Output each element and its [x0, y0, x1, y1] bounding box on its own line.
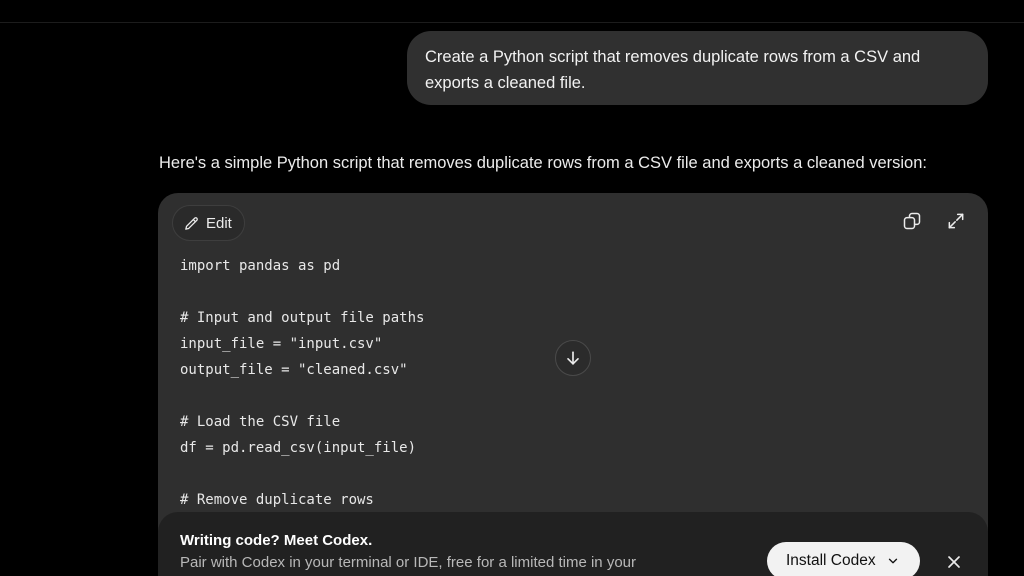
edit-button[interactable]: Edit [172, 205, 245, 241]
edit-button-label: Edit [206, 214, 232, 232]
install-codex-button[interactable]: Install Codex [767, 542, 920, 576]
code-content: import pandas as pd # Input and output f… [180, 253, 424, 513]
scroll-to-bottom-button[interactable] [555, 340, 591, 376]
user-message-line-2: exports a cleaned file. [425, 74, 586, 92]
assistant-intro-text: Here's a simple Python script that remov… [159, 154, 927, 172]
code-line: # Input and output file paths [180, 310, 425, 326]
close-icon [948, 556, 960, 568]
code-line: input_file = "input.csv" [180, 336, 383, 352]
banner-title: Writing code? Meet Codex. [180, 532, 373, 549]
code-line: output_file = "cleaned.csv" [180, 362, 408, 378]
copy-icon[interactable] [902, 211, 922, 231]
code-line: import pandas as pd [180, 258, 341, 274]
user-message-bubble: Create a Python script that removes dupl… [407, 31, 988, 105]
close-banner-button[interactable] [944, 552, 964, 572]
code-line: # Remove duplicate rows [180, 492, 374, 508]
expand-icon[interactable] [946, 211, 966, 231]
install-codex-label: Install Codex [786, 552, 876, 569]
header-divider [0, 22, 1024, 23]
code-line: # Load the CSV file [180, 414, 341, 430]
pencil-icon [185, 216, 198, 230]
user-message-line-1: Create a Python script that removes dupl… [425, 48, 921, 66]
codex-promo-banner: Writing code? Meet Codex. Pair with Code… [158, 512, 988, 576]
arrow-down-icon [567, 351, 579, 365]
banner-text: Pair with Codex in your terminal or IDE,… [180, 554, 636, 571]
chevron-down-icon [888, 558, 897, 564]
code-line: df = pd.read_csv(input_file) [180, 440, 417, 456]
